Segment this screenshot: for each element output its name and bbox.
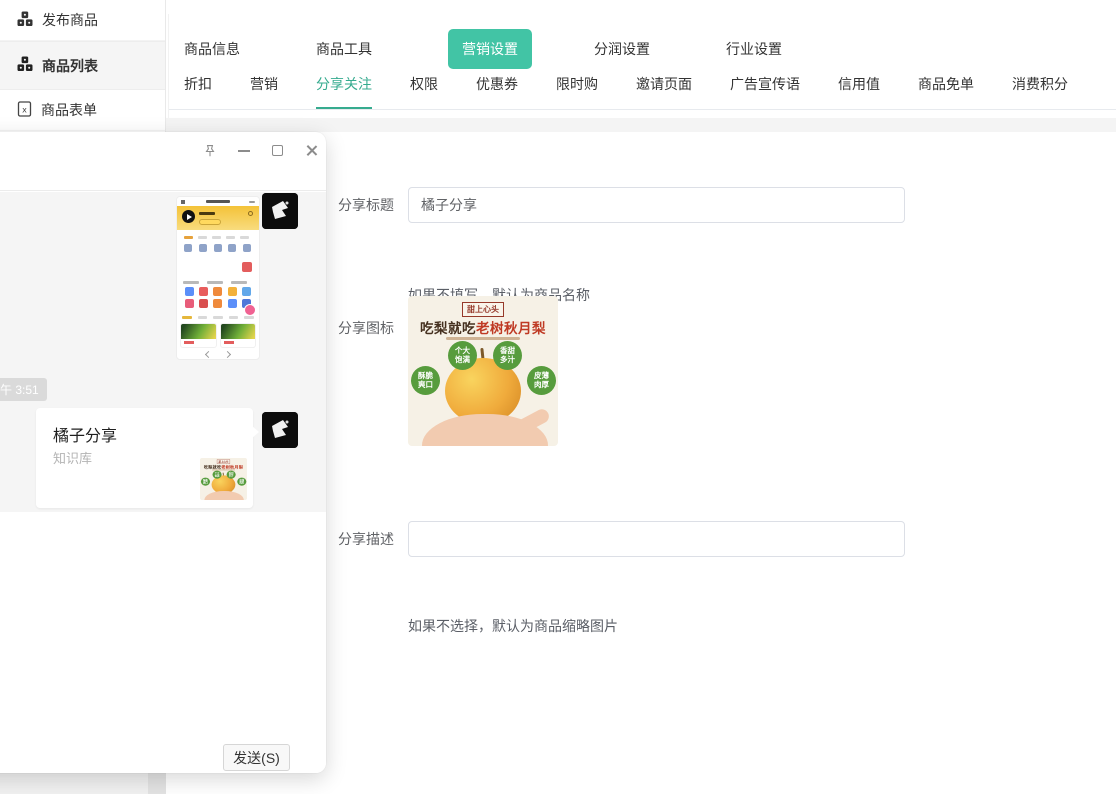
minimize-icon[interactable] — [233, 140, 254, 161]
share-title-input[interactable] — [408, 187, 905, 223]
tab-marketing-settings[interactable]: 营销设置 — [448, 29, 532, 69]
sidebar-item-product-list[interactable]: 商品列表 — [0, 41, 165, 90]
share-card-thumbnail: 甜上心头 吃梨就吃老树秋月梨 个大饱满 香甜多汁 酥脆爽口 皮薄肉厚 — [200, 458, 247, 500]
phone-screenshot-message[interactable] — [176, 196, 260, 360]
primary-tabs: 商品信息 商品工具 营销设置 分润设置 行业设置 — [169, 14, 1116, 68]
phone-card-stats — [179, 258, 257, 276]
pear-badge: 皮薄肉厚 — [527, 366, 556, 395]
share-title-label: 分享标题 — [338, 187, 394, 223]
subtab-permissions[interactable]: 权限 — [410, 74, 438, 109]
phone-card-icon-grid — [179, 278, 257, 312]
maximize-icon[interactable] — [267, 140, 288, 161]
share-desc-input[interactable] — [408, 521, 905, 557]
subtab-marketing[interactable]: 营销 — [250, 74, 278, 109]
background-patch — [148, 773, 166, 794]
subtab-ad-slogan[interactable]: 广告宣传语 — [730, 74, 800, 109]
share-link-card[interactable]: 橘子分享 知识库 甜上心头 吃梨就吃老树秋月梨 个大饱满 香甜多汁 酥脆爽口 皮… — [36, 408, 253, 508]
phone-avatar — [182, 210, 195, 223]
cubes-icon — [17, 56, 33, 75]
tab-industry-settings[interactable]: 行业设置 — [726, 39, 782, 59]
window-titlebar[interactable] — [0, 132, 326, 191]
pear-badge: 酥脆爽口 — [411, 366, 440, 395]
share-settings-form: 分享标题 如果不填写，默认为商品名称 分享图标 甜上心头 吃梨就吃老树秋月梨 个… — [338, 132, 1116, 794]
cubes-icon — [17, 11, 33, 30]
tabs-panel: 商品信息 商品工具 营销设置 分润设置 行业设置 折扣 营销 分享关注 权限 优… — [168, 14, 1116, 118]
sidebar-item-label: 商品表单 — [41, 100, 97, 120]
pear-subtitle-bar — [446, 337, 520, 340]
bubble-tail — [252, 426, 259, 438]
phone-card-services — [179, 232, 257, 256]
user-avatar[interactable] — [262, 412, 298, 448]
tab-profit-settings[interactable]: 分润设置 — [594, 39, 650, 59]
chevron-left-icon — [205, 350, 212, 357]
sidebar-item-publish-product[interactable]: 发布商品 — [0, 0, 165, 41]
phone-floating-button — [244, 304, 256, 316]
secondary-tabs: 折扣 营销 分享关注 权限 优惠券 限时购 邀请页面 广告宣传语 信用值 商品免… — [169, 74, 1116, 110]
subtab-consume-points[interactable]: 消费积分 — [1012, 74, 1068, 109]
phone-profile-header — [177, 206, 259, 230]
subtab-discount[interactable]: 折扣 — [184, 74, 212, 109]
share-icon-hint: 如果不选择，默认为商品缩略图片 — [408, 616, 618, 636]
phone-titlebar — [177, 197, 259, 206]
subtab-share-follow[interactable]: 分享关注 — [316, 74, 372, 109]
subtab-credit-value[interactable]: 信用值 — [838, 74, 880, 109]
subtab-invite-page[interactable]: 邀请页面 — [636, 74, 692, 109]
chevron-right-icon — [224, 350, 231, 357]
svg-text:x: x — [22, 105, 27, 114]
share-card-subtitle: 知识库 — [53, 448, 92, 467]
close-icon[interactable] — [301, 140, 322, 161]
share-icon-label: 分享图标 — [338, 310, 394, 346]
chat-timestamp: 下午 3:51 — [0, 378, 47, 401]
chat-input-area[interactable] — [0, 512, 326, 773]
phone-pager — [177, 350, 259, 357]
share-desc-label: 分享描述 — [338, 521, 394, 557]
sidebar-item-product-form[interactable]: x 商品表单 — [0, 90, 165, 131]
sidebar-item-label: 商品列表 — [42, 56, 98, 76]
pear-title: 吃梨就吃老树秋月梨 — [408, 317, 558, 337]
background-patch — [0, 773, 148, 794]
user-avatar[interactable] — [262, 193, 298, 229]
page: 发布商品 商品列表 x 商品表单 商品信息 商品工具 营销设置 分润设置 行业设… — [0, 0, 1116, 794]
subtab-flash-sale[interactable]: 限时购 — [556, 74, 598, 109]
sidebar-item-label: 发布商品 — [42, 10, 98, 30]
phone-product-banners — [177, 321, 259, 350]
tab-product-info[interactable]: 商品信息 — [184, 39, 240, 59]
form-doc-icon: x — [17, 101, 32, 120]
pin-icon[interactable] — [199, 140, 220, 161]
subtab-free-order[interactable]: 商品免单 — [918, 74, 974, 109]
pear-badge: 香甜多汁 — [493, 341, 522, 370]
tab-product-tools[interactable]: 商品工具 — [316, 39, 372, 59]
pear-ribbon-text: 甜上心头 — [462, 302, 504, 317]
send-button[interactable]: 发送(S) — [223, 744, 290, 771]
share-icon-image[interactable]: 甜上心头 吃梨就吃老树秋月梨 个大饱满 香甜多汁 酥脆爽口 皮薄肉厚 — [408, 296, 558, 446]
wechat-share-window: 下午 3:51 橘子分享 知识库 甜上心头 吃梨就吃老树秋月梨 个大饱满 香甜多… — [0, 132, 326, 773]
subtab-coupons[interactable]: 优惠券 — [476, 74, 518, 109]
phone-home-indicator — [203, 360, 233, 361]
pear-badge: 个大饱满 — [448, 341, 477, 370]
share-card-title: 橘子分享 — [53, 422, 117, 446]
divider-strip — [166, 118, 1116, 132]
